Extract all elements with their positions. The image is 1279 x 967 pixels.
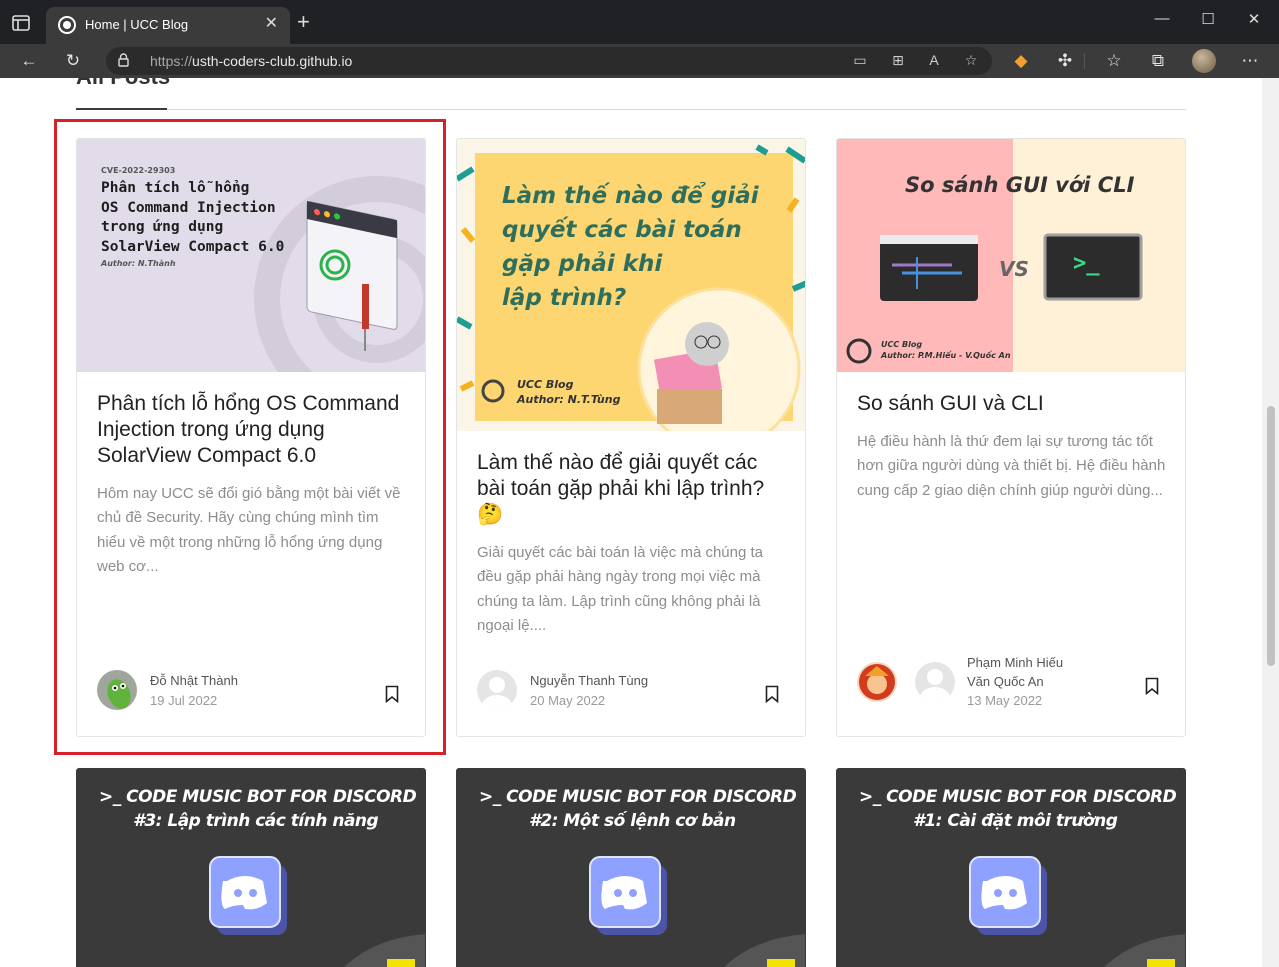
post-title-text[interactable]: Làm thế nào để giải quyết các bài toán g… [477, 451, 764, 500]
post-thumbnail[interactable]: >_ CODE MUSIC BOT FOR DISCORD #3: Lập tr… [77, 769, 425, 967]
default-avatar-icon [482, 677, 512, 710]
read-aloud-icon[interactable]: A [924, 52, 944, 68]
lock-icon[interactable] [118, 53, 129, 67]
post-thumbnail[interactable]: >_ CODE MUSIC BOT FOR DISCORD #2: Một số… [457, 769, 805, 967]
discord-icon [209, 856, 425, 967]
refresh-icon[interactable]: ↻ [61, 51, 85, 71]
new-tab-button[interactable]: + [297, 11, 310, 33]
cover-vs: VS [999, 257, 1029, 281]
device-icon[interactable]: ▭ [850, 52, 870, 69]
cover-line: Phân tích lỗ hổng [101, 180, 250, 196]
cover-brand: UCC Blog [881, 340, 923, 349]
cover-brand: UCC Blog [517, 378, 574, 391]
section-title: All Posts [76, 78, 170, 90]
tab-actions-icon[interactable] [10, 12, 32, 34]
avatar[interactable] [857, 662, 897, 702]
post-excerpt: Hôm nay UCC sẽ đổi gió bằng một bài viết… [97, 485, 401, 575]
post-card[interactable]: >_ CODE MUSIC BOT FOR DISCORD #1: Cài đặ… [836, 768, 1186, 967]
site-favicon-icon [58, 16, 76, 34]
cover-author: Author: N.T.Tùng [517, 393, 621, 406]
post-title[interactable]: Phân tích lỗ hổng OS Command Injection t… [97, 391, 407, 469]
minimize-icon[interactable]: — [1147, 10, 1177, 27]
bookmark-icon[interactable] [385, 685, 399, 703]
cover-author: Author: P.M.Hiếu - V.Quốc An [881, 351, 1011, 360]
maximize-icon[interactable]: ☐ [1193, 10, 1223, 28]
cover-line: lập trình? [502, 285, 627, 311]
browser-toolbar: ← ↻ https://usth-coders-club.github.io ▭… [0, 44, 1279, 78]
post-card[interactable]: CVE-2022-29303 Phân tích lỗ hổng OS Comm… [76, 138, 426, 737]
cover-kicker: CVE-2022-29303 [101, 166, 176, 175]
cover-line: quyết các bài toán [502, 217, 742, 243]
browser-titlebar: Home | UCC Blog ✕ + — ☐ ✕ [0, 0, 1279, 44]
avatar[interactable] [915, 662, 955, 702]
cover-headline: Làm thế nào để giải quyết các bài toán g… [502, 179, 759, 315]
favorites-icon[interactable]: ☆ [1102, 51, 1126, 71]
extension-icon[interactable]: ◆ [1009, 51, 1033, 71]
discord-icon [589, 856, 805, 967]
close-tab-icon[interactable]: ✕ [265, 15, 278, 33]
thinking-face-icon: 🤔 [477, 503, 504, 526]
window-close-icon[interactable]: ✕ [1239, 10, 1269, 28]
cover-line: trong ứng dụng [101, 219, 224, 235]
section-divider [76, 109, 1186, 110]
post-card[interactable]: Làm thế nào để giải quyết các bài toán g… [456, 138, 806, 737]
url-text[interactable]: https://usth-coders-club.github.io [150, 53, 352, 69]
cover-line: OS Command Injection [101, 199, 276, 216]
post-card[interactable]: So sánh GUI với CLI VS >_ UCC Blog Autho… [836, 138, 1186, 737]
post-date: 13 May 2022 [967, 693, 1043, 708]
section-title-underline [76, 108, 167, 110]
cover-line: SolarView Compact 6.0 [101, 238, 285, 255]
extensions-puzzle-icon[interactable]: ✣ [1053, 51, 1077, 71]
more-menu-icon[interactable]: ⋯ [1238, 51, 1262, 71]
post-date: 20 May 2022 [530, 693, 606, 708]
post-date: 19 Jul 2022 [150, 693, 218, 708]
toolbar-divider [1084, 53, 1085, 69]
profile-avatar[interactable] [1192, 49, 1216, 73]
post-card[interactable]: >_ CODE MUSIC BOT FOR DISCORD #3: Lập tr… [76, 768, 426, 967]
terminal-prompt: >_ [1073, 251, 1100, 276]
author-name[interactable]: Đỗ Nhật Thành [150, 673, 238, 688]
bookmark-icon[interactable] [765, 685, 779, 703]
cover-headline: Phân tích lỗ hổng OS Command Injection t… [101, 179, 284, 257]
cover-headline: So sánh GUI với CLI [905, 173, 1135, 197]
add-favorite-icon[interactable]: ☆ [961, 52, 981, 69]
tab-title: Home | UCC Blog [85, 17, 189, 32]
avatar[interactable] [97, 670, 137, 710]
bookmark-icon[interactable] [1145, 677, 1159, 695]
back-icon[interactable]: ← [17, 51, 41, 71]
post-title[interactable]: Làm thế nào để giải quyết các bài toán g… [477, 450, 787, 528]
browser-tab-active[interactable]: Home | UCC Blog ✕ [46, 7, 290, 44]
post-card[interactable]: >_ CODE MUSIC BOT FOR DISCORD #2: Một số… [456, 768, 806, 967]
author-name[interactable]: Văn Quốc An [967, 674, 1044, 689]
address-bar[interactable]: https://usth-coders-club.github.io ▭ ⊞ A… [106, 47, 992, 75]
scrollbar[interactable] [1262, 78, 1279, 967]
author-avatar-art [107, 679, 131, 709]
post-thumbnail[interactable]: >_ CODE MUSIC BOT FOR DISCORD #1: Cài đặ… [837, 769, 1185, 967]
author-avatar-art [859, 664, 895, 700]
page-content: All Posts CVE-2022-29303 [0, 78, 1279, 967]
post-excerpt: Hệ điều hành là thứ đem lại sự tương tác… [857, 433, 1166, 499]
discord-icon [969, 856, 1185, 967]
post-title[interactable]: So sánh GUI và CLI [857, 391, 1167, 417]
post-thumbnail[interactable]: CVE-2022-29303 Phân tích lỗ hổng OS Comm… [77, 139, 425, 372]
cover-line: Làm thế nào để giải [502, 183, 759, 209]
default-avatar-icon [920, 669, 950, 702]
collections-icon[interactable]: ⧉ [1146, 51, 1170, 71]
post-thumbnail[interactable]: So sánh GUI với CLI VS >_ UCC Blog Autho… [837, 139, 1185, 372]
apps-icon[interactable]: ⊞ [888, 52, 908, 69]
avatar[interactable] [477, 670, 517, 710]
author-name[interactable]: Nguyễn Thanh Tùng [530, 673, 648, 688]
cover-author: Author: N.Thành [101, 259, 176, 268]
post-thumbnail[interactable]: Làm thế nào để giải quyết các bài toán g… [457, 139, 805, 431]
post-excerpt: Giải quyết các bài toán là việc mà chúng… [477, 544, 763, 634]
scrollbar-thumb[interactable] [1267, 406, 1275, 666]
cover-line: gặp phải khi [502, 251, 663, 277]
author-name[interactable]: Phạm Minh Hiếu [967, 655, 1063, 670]
